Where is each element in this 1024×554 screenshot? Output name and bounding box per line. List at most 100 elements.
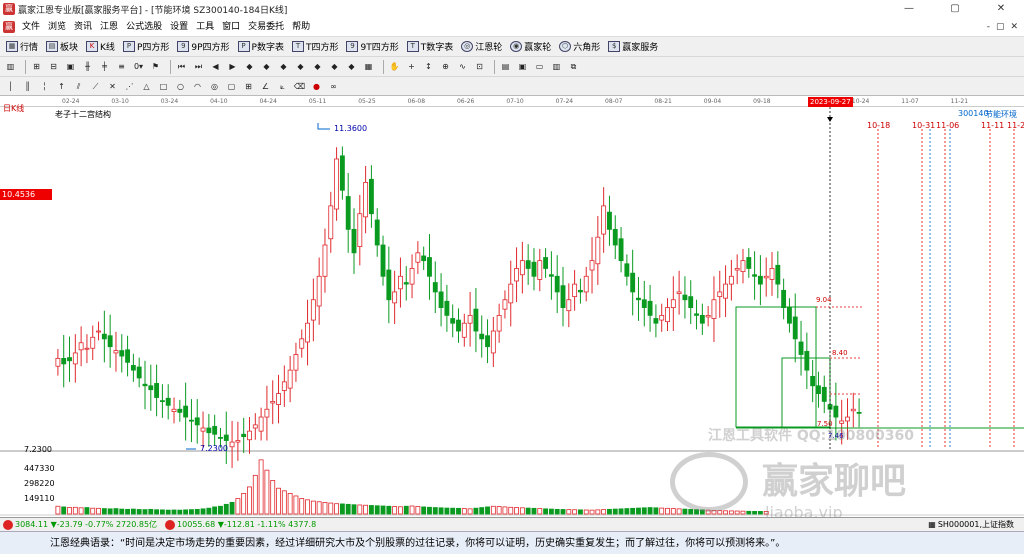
- sloped-lines-icon[interactable]: ⫽: [72, 80, 85, 93]
- vertical-lines-icon[interactable]: ║: [21, 80, 34, 93]
- menu-file[interactable]: 文件: [18, 18, 44, 37]
- minimize-button[interactable]: —: [886, 0, 932, 18]
- volume-bar: [310, 500, 316, 515]
- menu-info[interactable]: 资讯: [70, 18, 96, 37]
- eraser-icon[interactable]: ⌫: [293, 80, 306, 93]
- disk-icon[interactable]: ▣: [516, 60, 529, 73]
- menu-tools[interactable]: 工具: [192, 18, 218, 37]
- date-tick: 06-08: [407, 98, 426, 105]
- calendar-icon[interactable]: ▤: [499, 60, 512, 73]
- menu-gann[interactable]: 江恩: [96, 18, 122, 37]
- candle-body: [183, 405, 189, 418]
- angle-icon[interactable]: ∠: [259, 80, 272, 93]
- gann-fan-icon[interactable]: ⟀: [276, 80, 289, 93]
- monitor-icon[interactable]: ▭: [533, 60, 546, 73]
- circle-icon[interactable]: ○: [174, 80, 187, 93]
- date-tick: 04-24: [259, 98, 277, 105]
- candle-body: [746, 257, 752, 269]
- tool-sector[interactable]: ▤ 板块: [46, 40, 78, 53]
- tool-t-table[interactable]: T T数字表: [406, 40, 453, 53]
- square-icon[interactable]: □: [157, 80, 170, 93]
- kline-chart[interactable]: 日K线 老子十二宫结构 300140 节能环境 11.3600 7.2300 1…: [0, 104, 1024, 522]
- next-icon[interactable]: ▶: [226, 60, 239, 73]
- menu-browse[interactable]: 浏览: [44, 18, 70, 37]
- period-selector-icon[interactable]: 0▾: [132, 60, 145, 73]
- chart-icon[interactable]: ▥: [550, 60, 563, 73]
- grid-tool-icon[interactable]: ⊟: [47, 60, 60, 73]
- menu-formula[interactable]: 公式选股: [122, 18, 166, 37]
- box-icon[interactable]: ▢: [225, 80, 238, 93]
- menu-trade[interactable]: 交易委托: [244, 18, 288, 37]
- index1-ticker[interactable]: 3084.11 ▼-23.79 -0.77% 2720.85亿: [3, 519, 157, 530]
- fib-lines-icon[interactable]: ╎: [38, 80, 51, 93]
- volume-bar: [316, 501, 322, 515]
- volume-bar: [235, 498, 241, 515]
- candle-body: [61, 358, 67, 365]
- diamond-tool-4-icon[interactable]: ◆: [294, 60, 307, 73]
- diamond-tool-2-icon[interactable]: ◆: [260, 60, 273, 73]
- candle-body: [276, 393, 281, 405]
- frame-tool-icon[interactable]: ▣: [64, 60, 77, 73]
- up-arrow-icon[interactable]: ↑: [55, 80, 68, 93]
- menu-help[interactable]: 帮助: [288, 18, 314, 37]
- index-right[interactable]: ▦ SH000001,上证指数: [928, 519, 1014, 530]
- close-button[interactable]: ✕: [978, 0, 1024, 18]
- step-icon[interactable]: ↕: [422, 60, 435, 73]
- index2-ticker[interactable]: 10055.68 ▼-112.81 -1.11% 4377.8: [165, 519, 316, 530]
- mdi-minimize-button[interactable]: -: [987, 18, 990, 37]
- app-window: 赢 赢家江恩专业版[赢家服务平台] - [节能环境 SZ300140-184日K…: [0, 0, 1024, 554]
- mdi-close-button[interactable]: ✕: [1010, 18, 1018, 37]
- color-picker-icon[interactable]: ●: [310, 80, 323, 93]
- channel-icon[interactable]: ⋰: [123, 80, 136, 93]
- infinity-icon[interactable]: ∞: [327, 80, 340, 93]
- diamond-tool-6-icon[interactable]: ◆: [328, 60, 341, 73]
- table-tool-icon[interactable]: ▦: [362, 60, 375, 73]
- tool-gann-wheel[interactable]: ◎ 江恩轮: [461, 40, 502, 53]
- menu-window[interactable]: 窗口: [218, 18, 244, 37]
- pattern-tool-icon[interactable]: ⊞: [30, 60, 43, 73]
- multi-window-icon[interactable]: ⧉: [567, 60, 580, 73]
- prev-icon[interactable]: ◀: [209, 60, 222, 73]
- diamond-tool-7-icon[interactable]: ◆: [345, 60, 358, 73]
- tool-hexagon[interactable]: ⬡ 六角形: [559, 40, 600, 53]
- crosshair-icon[interactable]: +: [405, 60, 418, 73]
- spiral-icon[interactable]: ◎: [208, 80, 221, 93]
- tool-9t-square[interactable]: 9 9T四方形: [346, 40, 399, 53]
- tool-quotes[interactable]: ▦ 行情: [6, 40, 38, 53]
- triangle-icon[interactable]: △: [140, 80, 153, 93]
- diamond-tool-5-icon[interactable]: ◆: [311, 60, 324, 73]
- maximize-button[interactable]: ▢: [932, 0, 978, 18]
- fan-icon[interactable]: ⟋: [89, 80, 102, 93]
- cross-lines-icon[interactable]: ✕: [106, 80, 119, 93]
- tool-kline[interactable]: K K线: [86, 40, 115, 53]
- pin-icon[interactable]: ⊕: [439, 60, 452, 73]
- volume-bar: [223, 503, 229, 515]
- tool-p-table[interactable]: P P数字表: [237, 40, 284, 53]
- arc-icon[interactable]: ◠: [191, 80, 204, 93]
- last-icon[interactable]: ⏭: [192, 60, 205, 73]
- menu-settings[interactable]: 设置: [166, 18, 192, 37]
- tool-service[interactable]: $ 赢家服务: [608, 40, 658, 53]
- vertical-line-icon[interactable]: │: [4, 80, 17, 93]
- diamond-tool-3-icon[interactable]: ◆: [277, 60, 290, 73]
- bars-tool-2-icon[interactable]: ╪: [98, 60, 111, 73]
- flag-icon[interactable]: ⚑: [149, 60, 162, 73]
- wave-icon[interactable]: ∿: [456, 60, 469, 73]
- tool-t-square[interactable]: T T四方形: [291, 40, 338, 53]
- candle-body: [159, 400, 165, 403]
- tool-p-square[interactable]: P P四方形: [122, 40, 169, 53]
- candle-body: [113, 350, 119, 354]
- tool-9p-square[interactable]: 9 9P四方形: [177, 40, 230, 53]
- ruler-icon[interactable]: ⊡: [473, 60, 486, 73]
- mdi-restore-button[interactable]: ▢: [996, 18, 1005, 37]
- layout-icon[interactable]: ▥: [4, 60, 17, 73]
- diamond-tool-icon[interactable]: ◆: [243, 60, 256, 73]
- grid-box-icon[interactable]: ⊞: [242, 80, 255, 93]
- first-icon[interactable]: ⏮: [175, 60, 188, 73]
- tool-winner-wheel[interactable]: ◉ 赢家轮: [510, 40, 551, 53]
- volume-bar: [618, 508, 624, 515]
- volume-bar: [612, 508, 618, 515]
- hand-tool-icon[interactable]: ✋: [388, 60, 401, 73]
- stack-tool-icon[interactable]: ≡: [115, 60, 128, 73]
- bars-tool-icon[interactable]: ╫: [81, 60, 94, 73]
